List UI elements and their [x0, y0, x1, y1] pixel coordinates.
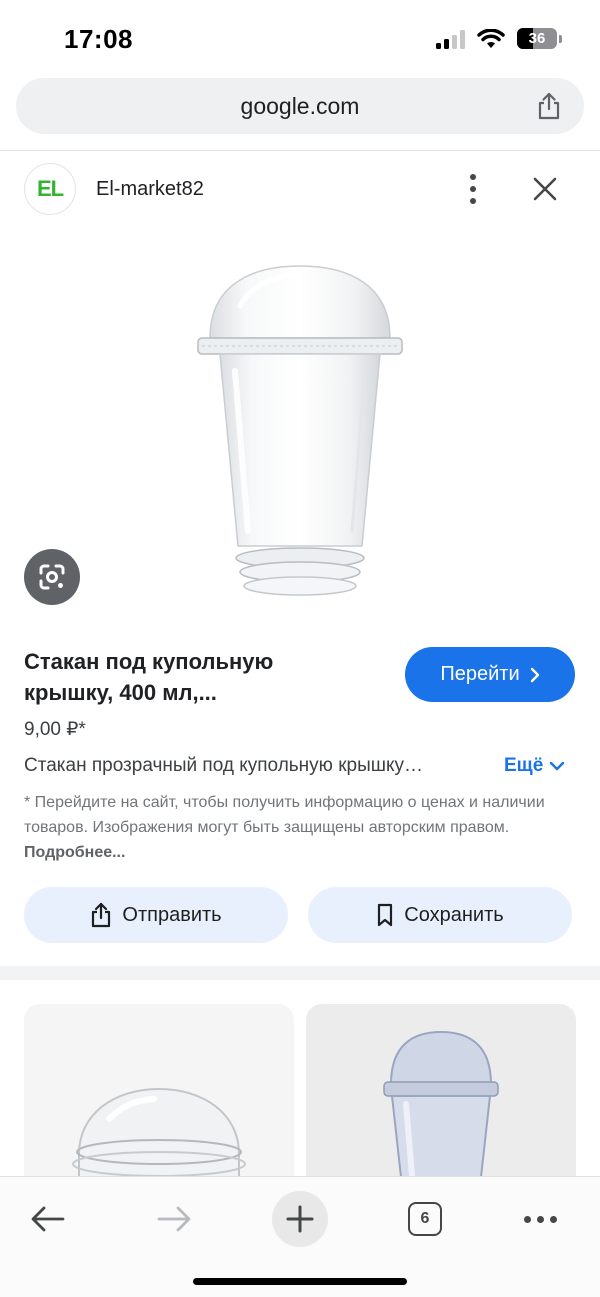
battery-cap: [559, 34, 562, 43]
new-tab-button[interactable]: [272, 1191, 328, 1247]
arrow-forward-icon: [157, 1206, 191, 1232]
arrow-back-icon: [31, 1206, 65, 1232]
send-button-label: Отправить: [122, 903, 222, 926]
product-title-line2: крышку, 400 мл,...: [24, 680, 217, 705]
bookmark-icon: [378, 903, 393, 927]
product-title-line1: Стакан под купольную: [24, 649, 274, 674]
home-indicator: [193, 1278, 407, 1285]
url-text: google.com: [240, 92, 360, 119]
disclaimer-text: * Перейдите на сайт, чтобы получить инфо…: [24, 794, 545, 836]
product-title[interactable]: Стакан под купольную крышку, 400 мл,...: [24, 646, 384, 708]
section-divider: [0, 966, 600, 980]
more-link[interactable]: Ещё: [504, 755, 565, 777]
wifi-icon: [477, 28, 505, 48]
battery-icon: 36: [517, 28, 557, 49]
battery-percent: 36: [528, 30, 546, 47]
related-card-1[interactable]: [24, 1004, 294, 1204]
product-description: Стакан прозрачный под купольную крышку…: [24, 755, 423, 776]
forward-button[interactable]: [146, 1191, 202, 1247]
share-icon[interactable]: [534, 91, 564, 121]
status-time: 17:08: [64, 24, 133, 54]
visit-button-label: Перейти: [440, 663, 520, 685]
product-image[interactable]: [180, 246, 420, 606]
plus-icon: [286, 1205, 314, 1233]
site-name[interactable]: El-market82: [96, 178, 204, 201]
related-image-2: [383, 1030, 499, 1204]
site-header: EL El-market82: [24, 162, 576, 216]
related-image-1: [72, 1087, 246, 1204]
more-link-label: Ещё: [504, 755, 544, 776]
chevron-down-icon: [550, 761, 565, 771]
more-vert-icon[interactable]: [466, 174, 480, 204]
learn-more-link[interactable]: Подробнее...: [24, 844, 125, 861]
tab-count: 6: [408, 1202, 442, 1236]
address-bar[interactable]: google.com: [16, 78, 584, 134]
disclaimer: * Перейдите на сайт, чтобы получить инфо…: [24, 790, 569, 865]
related-card-2[interactable]: [306, 1004, 576, 1204]
lens-icon: [39, 564, 65, 590]
visit-button[interactable]: Перейти: [405, 647, 575, 702]
divider: [0, 150, 600, 151]
product-price: 9,00 ₽*: [24, 719, 86, 740]
description-row: Стакан прозрачный под купольную крышку… …: [24, 755, 576, 777]
lens-button[interactable]: [24, 549, 80, 605]
share-icon: [92, 902, 111, 928]
save-button[interactable]: Сохранить: [308, 887, 572, 943]
tab-switcher-button[interactable]: 6: [397, 1191, 453, 1247]
save-button-label: Сохранить: [404, 903, 504, 926]
cellular-signal-icon: [436, 29, 465, 49]
site-logo[interactable]: EL: [24, 163, 76, 215]
site-logo-text: EL: [36, 176, 64, 201]
send-button[interactable]: Отправить: [24, 887, 288, 943]
back-button[interactable]: [20, 1191, 76, 1247]
status-bar: 17:08 36: [0, 0, 600, 76]
more-horiz-icon[interactable]: [512, 1191, 568, 1247]
chevron-right-icon: [530, 667, 539, 682]
close-icon[interactable]: [532, 176, 558, 202]
status-icons: 36: [436, 28, 562, 49]
